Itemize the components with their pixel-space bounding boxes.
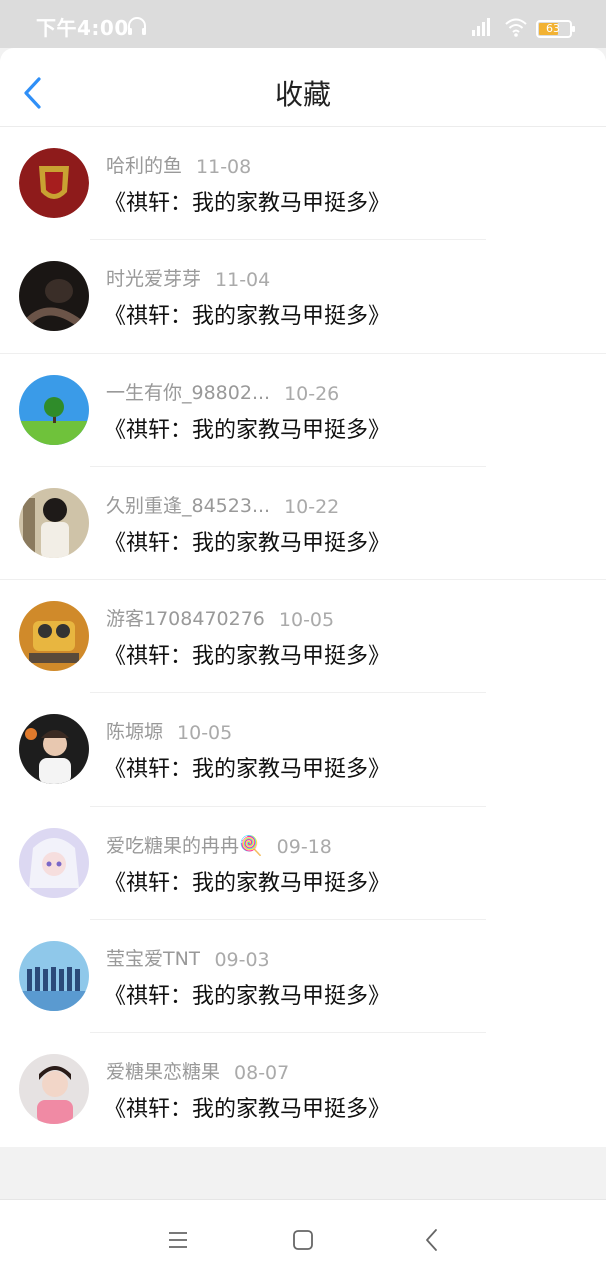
headphone-icon [128, 17, 146, 35]
username[interactable]: 爱吃糖果的冉冉🍭 [106, 831, 263, 858]
date: 09-03 [214, 949, 270, 972]
username[interactable]: 时光爱芽芽 [106, 264, 201, 291]
date: 09-18 [276, 835, 332, 858]
avatar[interactable] [19, 261, 89, 332]
back-triangle-icon[interactable] [420, 1227, 444, 1253]
home-square-icon[interactable] [291, 1228, 315, 1252]
list-item[interactable]: 陈塬塬 10-05 《祺轩：我的家教马甲挺多》 [0, 693, 606, 807]
list-item[interactable]: 时光爱芽芽 11-04 《祺轩：我的家教马甲挺多》 [0, 240, 606, 354]
battery-level: 63 [546, 22, 560, 35]
book-title[interactable]: 《祺轩：我的家教马甲挺多》 [104, 1091, 390, 1123]
username[interactable]: 莹宝爱TNT [106, 944, 200, 971]
avatar[interactable] [19, 374, 89, 445]
date: 11-04 [215, 269, 271, 292]
username[interactable]: 爱糖果恋糖果 [106, 1057, 220, 1084]
list-item[interactable]: 游客1708470276 10-05 《祺轩：我的家教马甲挺多》 [0, 580, 606, 694]
date: 10-22 [284, 495, 340, 518]
book-title[interactable]: 《祺轩：我的家教马甲挺多》 [104, 638, 390, 670]
avatar[interactable] [19, 148, 89, 218]
list-item[interactable]: 莹宝爱TNT 09-03 《祺轩：我的家教马甲挺多》 [0, 920, 606, 1034]
page-title: 收藏 [274, 78, 331, 111]
favorites-list: 哈利的鱼 11-08 《祺轩：我的家教马甲挺多》 时光爱芽芽 11-04 《祺轩：我… [0, 127, 606, 1147]
list-item[interactable]: 哈利的鱼 11-08 《祺轩：我的家教马甲挺多》 [0, 127, 606, 241]
title-bar: 收藏 [0, 48, 606, 127]
book-title[interactable]: 《祺轩：我的家教马甲挺多》 [104, 412, 390, 444]
date: 10-05 [278, 609, 335, 632]
menu-icon[interactable] [166, 1228, 190, 1252]
list-item[interactable]: 爱吃糖果的冉冉🍭 09-18 《祺轩：我的家教马甲挺多》 [0, 807, 606, 921]
avatar[interactable] [19, 487, 89, 558]
date: 08-07 [234, 1062, 290, 1085]
date: 10-26 [284, 382, 340, 405]
status-time: 下午4:00 [36, 16, 129, 40]
navigation-bar [0, 1199, 606, 1281]
wifi-icon [505, 18, 527, 37]
date: 11-08 [196, 156, 252, 178]
book-title[interactable]: 《祺轩：我的家教马甲挺多》 [104, 525, 390, 557]
username[interactable]: 久别重逢_84523... [106, 491, 270, 518]
avatar[interactable] [19, 714, 89, 785]
status-bar: 下午4:00 63 [0, 0, 606, 48]
list-item[interactable]: 一生有你_98802... 10-26 《祺轩：我的家教马甲挺多》 [0, 354, 606, 467]
avatar[interactable] [19, 827, 89, 898]
list-item[interactable]: 久别重逢_84523... 10-22 《祺轩：我的家教马甲挺多》 [0, 467, 606, 581]
date: 10-05 [177, 722, 233, 745]
book-title[interactable]: 《祺轩：我的家教马甲挺多》 [104, 185, 390, 217]
username[interactable]: 哈利的鱼 [106, 151, 182, 178]
username[interactable]: 游客1708470276 [106, 604, 265, 631]
book-title[interactable]: 《祺轩：我的家教马甲挺多》 [104, 298, 390, 330]
avatar[interactable] [19, 941, 89, 1012]
list-item[interactable]: 爱糖果恋糖果 08-07 《祺轩：我的家教马甲挺多》 [0, 1033, 606, 1146]
book-title[interactable]: 《祺轩：我的家教马甲挺多》 [104, 751, 390, 783]
username[interactable]: 一生有你_98802... [106, 378, 270, 405]
book-title[interactable]: 《祺轩：我的家教马甲挺多》 [104, 978, 390, 1010]
avatar[interactable] [19, 601, 89, 672]
username[interactable]: 陈塬塬 [106, 717, 163, 744]
avatar[interactable] [19, 1054, 89, 1125]
book-title[interactable]: 《祺轩：我的家教马甲挺多》 [104, 865, 390, 897]
signal-icon [472, 18, 490, 36]
